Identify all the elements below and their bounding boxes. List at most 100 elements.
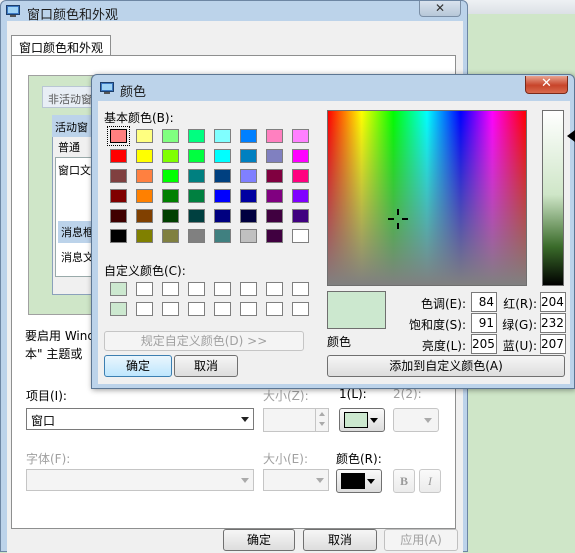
cancel-button[interactable]: 取消 [303,529,377,551]
color1-label: 1(L): [339,387,367,401]
font-color-button[interactable] [336,469,382,493]
luminance-input[interactable]: 205 [471,334,497,354]
basic-color-swatch[interactable] [214,169,231,183]
basic-color-swatch[interactable] [162,189,179,203]
custom-color-swatch[interactable] [214,302,231,316]
basic-color-swatch[interactable] [162,229,179,243]
font-select[interactable] [26,469,254,491]
custom-color-swatch[interactable] [136,302,153,316]
spin-up-icon [319,412,325,416]
basic-color-swatch[interactable] [240,149,257,163]
custom-color-swatch[interactable] [162,282,179,296]
blue-input[interactable]: 207 [540,334,566,354]
define-custom-colors-button[interactable]: 规定自定义颜色(D) >> [104,331,304,351]
basic-colors-label: 基本颜色(B): [104,111,174,125]
basic-color-swatch[interactable] [188,129,205,143]
basic-color-swatch[interactable] [162,129,179,143]
item-label: 项目(I): [26,389,67,403]
basic-color-swatch[interactable] [240,229,257,243]
basic-color-swatch[interactable] [110,229,127,243]
bold-button[interactable]: B [393,469,415,493]
apply-button[interactable]: 应用(A) [384,529,458,551]
basic-color-swatch[interactable] [240,129,257,143]
hue-input[interactable]: 84 [471,292,497,312]
red-input[interactable]: 204 [540,292,566,312]
basic-color-swatch[interactable] [136,209,153,223]
color2-button[interactable] [393,408,439,432]
basic-color-swatch[interactable] [214,229,231,243]
basic-color-swatch[interactable] [136,189,153,203]
add-to-custom-colors-button[interactable]: 添加到自定义颜色(A) [327,355,565,377]
cancel-button[interactable]: 取消 [174,355,238,377]
custom-color-swatch[interactable] [110,282,127,296]
basic-color-swatch[interactable] [292,189,309,203]
basic-color-swatch[interactable] [188,189,205,203]
basic-color-swatch[interactable] [162,209,179,223]
saturation-input[interactable]: 91 [471,313,497,333]
custom-color-swatch[interactable] [292,282,309,296]
custom-color-swatch[interactable] [188,302,205,316]
basic-color-swatch[interactable] [110,169,127,183]
italic-button[interactable]: I [419,469,441,493]
basic-color-swatch[interactable] [266,149,283,163]
basic-color-swatch[interactable] [292,229,309,243]
basic-color-swatch[interactable] [292,149,309,163]
basic-color-swatch[interactable] [292,169,309,183]
close-button[interactable]: ✕ [525,76,568,94]
basic-color-swatch[interactable] [240,209,257,223]
custom-color-swatch[interactable] [240,282,257,296]
ok-button[interactable]: 确定 [223,529,295,551]
color-spectrum[interactable] [327,110,527,286]
basic-color-swatch[interactable] [292,209,309,223]
custom-color-swatch[interactable] [162,302,179,316]
custom-color-swatch[interactable] [240,302,257,316]
close-button[interactable]: ✕ [419,1,461,17]
basic-color-swatch[interactable] [107,126,130,146]
custom-color-swatch[interactable] [136,282,153,296]
custom-color-swatch[interactable] [266,302,283,316]
basic-color-swatch[interactable] [292,129,309,143]
ok-button[interactable]: 确定 [104,355,172,377]
chevron-down-icon [316,478,324,483]
basic-color-swatch[interactable] [136,129,153,143]
basic-color-swatch[interactable] [188,149,205,163]
basic-color-swatch[interactable] [266,189,283,203]
luminance-pointer-icon[interactable] [567,130,575,142]
basic-color-swatch[interactable] [214,149,231,163]
basic-color-swatch[interactable] [214,189,231,203]
basic-color-swatch[interactable] [214,129,231,143]
basic-color-swatch[interactable] [136,149,153,163]
basic-color-swatch[interactable] [136,169,153,183]
custom-color-swatch[interactable] [188,282,205,296]
basic-color-swatch[interactable] [188,169,205,183]
tab-window-color-appearance[interactable]: 窗口颜色和外观 [11,35,111,56]
custom-color-swatch[interactable] [292,302,309,316]
font-size-select[interactable] [263,469,329,491]
basic-color-swatch[interactable] [136,229,153,243]
basic-color-swatch[interactable] [110,189,127,203]
custom-color-swatch[interactable] [214,282,231,296]
basic-color-swatch[interactable] [188,209,205,223]
basic-color-swatch[interactable] [266,169,283,183]
crosshair-icon[interactable] [388,209,408,229]
basic-color-swatch[interactable] [110,209,127,223]
basic-color-swatch[interactable] [162,149,179,163]
basic-color-swatch[interactable] [214,209,231,223]
size1-spinner[interactable] [263,408,329,432]
basic-color-swatch[interactable] [266,209,283,223]
luminance-slider[interactable] [542,110,564,286]
basic-color-swatch[interactable] [266,129,283,143]
item-select[interactable]: 窗口 [26,408,254,430]
font-label: 字体(F): [26,452,71,466]
basic-color-swatch[interactable] [266,229,283,243]
basic-color-swatch[interactable] [240,189,257,203]
basic-color-swatch[interactable] [188,229,205,243]
basic-color-swatch[interactable] [162,169,179,183]
green-input[interactable]: 232 [540,313,566,333]
basic-color-swatch[interactable] [110,149,127,163]
spinner-buttons[interactable] [315,409,328,431]
custom-color-swatch[interactable] [110,302,127,316]
custom-color-swatch[interactable] [266,282,283,296]
basic-color-swatch[interactable] [240,169,257,183]
color1-button[interactable] [339,408,385,432]
